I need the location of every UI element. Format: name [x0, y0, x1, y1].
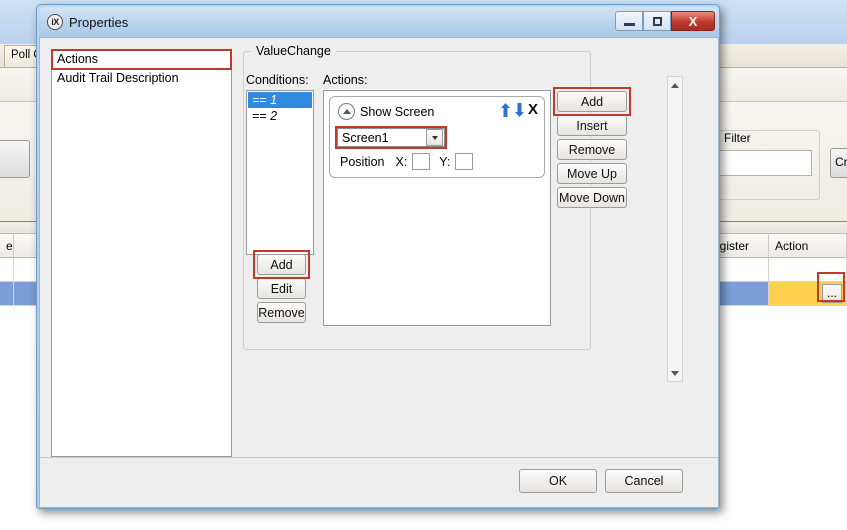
- conditions-list[interactable]: == 1 == 2: [246, 90, 314, 255]
- dialog-body: Actions Audit Trail Description ValueCha…: [39, 37, 719, 508]
- background-grid-col-e: e: [0, 233, 14, 258]
- screen-select-value: Screen1: [342, 130, 389, 145]
- arrow-up-icon[interactable]: [500, 102, 511, 117]
- screen-select-highlight: Screen1: [335, 126, 447, 149]
- dialog-footer: OK Cancel: [40, 457, 718, 507]
- maximize-icon: [652, 16, 662, 26]
- position-x-input[interactable]: [412, 153, 431, 170]
- screen-root: Poll Gr Filter Cr e x Register Action ..…: [0, 0, 847, 530]
- action-card-header: Show Screen: [338, 103, 434, 120]
- dialog-scrollbar[interactable]: [667, 76, 683, 382]
- delete-action-icon[interactable]: X: [528, 102, 538, 117]
- dialog-title-bar[interactable]: iX Properties X: [39, 7, 719, 37]
- dialog-title: Properties: [69, 14, 129, 30]
- background-ellipsis-button[interactable]: ...: [822, 284, 842, 303]
- position-y-input[interactable]: [455, 153, 474, 170]
- properties-dialog: iX Properties X Actions Audit Trail Desc…: [36, 4, 720, 509]
- valuechange-legend: ValueChange: [251, 44, 336, 58]
- condition-item-eq2[interactable]: == 2: [248, 108, 312, 124]
- maximize-button[interactable]: [643, 11, 671, 31]
- arrow-down-icon[interactable]: [514, 102, 525, 117]
- ok-button[interactable]: OK: [519, 469, 597, 493]
- close-button[interactable]: X: [671, 11, 715, 31]
- position-row: Position X: Y:: [340, 153, 474, 170]
- action-card-tools: X: [500, 102, 538, 117]
- background-grid-action-cell[interactable]: ...: [769, 282, 847, 306]
- ix-icon: iX: [47, 14, 63, 30]
- condition-item-eq1[interactable]: == 1: [248, 92, 312, 108]
- background-left-button[interactable]: [0, 140, 30, 178]
- category-item-actions[interactable]: Actions: [51, 49, 232, 70]
- condition-add-button[interactable]: Add: [257, 254, 306, 275]
- action-add-button[interactable]: Add: [557, 91, 627, 112]
- background-filter-input[interactable]: [718, 150, 812, 176]
- action-move-down-button[interactable]: Move Down: [557, 187, 627, 208]
- window-controls: X: [615, 11, 715, 31]
- chevron-down-icon[interactable]: [426, 129, 443, 146]
- minimize-button[interactable]: [615, 11, 643, 31]
- scroll-up-arrow-icon[interactable]: [668, 78, 682, 92]
- action-card-title: Show Screen: [360, 104, 435, 119]
- chevron-up-icon[interactable]: [338, 103, 355, 120]
- position-y-label: Y:: [439, 154, 451, 169]
- condition-edit-button[interactable]: Edit: [257, 278, 306, 299]
- actions-panel[interactable]: Show Screen X Screen1 Position X: Y:: [323, 90, 551, 326]
- scroll-down-arrow-icon[interactable]: [668, 366, 682, 380]
- background-grid-col-action: Action: [769, 233, 847, 258]
- action-remove-button[interactable]: Remove: [557, 139, 627, 160]
- condition-remove-button[interactable]: Remove: [257, 302, 306, 323]
- category-list[interactable]: Actions Audit Trail Description: [51, 49, 232, 457]
- action-insert-button[interactable]: Insert: [557, 115, 627, 136]
- cancel-button[interactable]: Cancel: [605, 469, 683, 493]
- position-x-label: X:: [395, 154, 408, 169]
- dialog-content: Actions Audit Trail Description ValueCha…: [40, 38, 718, 457]
- position-label: Position: [340, 154, 385, 169]
- conditions-label: Conditions:: [246, 73, 309, 87]
- background-filter-legend: Filter: [720, 131, 755, 145]
- action-card-show-screen[interactable]: Show Screen X Screen1 Position X: Y:: [329, 96, 545, 178]
- background-create-button[interactable]: Cr: [830, 148, 847, 178]
- category-item-audit-trail-description[interactable]: Audit Trail Description: [52, 70, 231, 87]
- minimize-icon: [623, 22, 635, 26]
- screen-select[interactable]: Screen1: [337, 128, 445, 147]
- action-move-up-button[interactable]: Move Up: [557, 163, 627, 184]
- actions-label: Actions:: [323, 73, 368, 87]
